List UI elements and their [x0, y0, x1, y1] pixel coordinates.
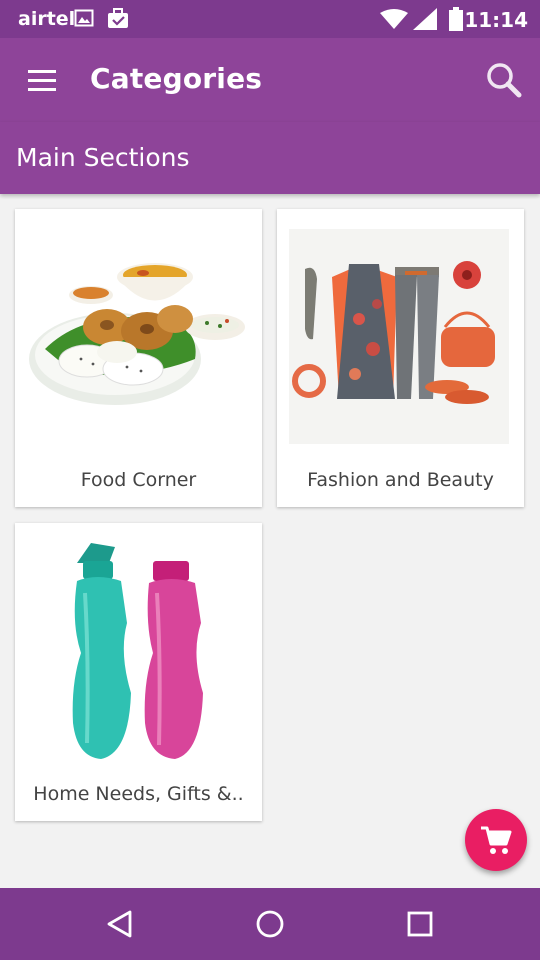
- category-label: Food Corner: [80, 469, 197, 491]
- image-icon: [74, 8, 94, 32]
- battery-icon: [448, 7, 464, 35]
- category-label: Fashion and Beauty: [307, 469, 494, 491]
- home-circle-icon[interactable]: [254, 908, 286, 940]
- briefcase-notification-icon: [107, 8, 131, 34]
- section-header: Main Sections: [0, 122, 540, 194]
- hamburger-menu-icon[interactable]: [22, 62, 62, 98]
- app-bar: Categories: [0, 38, 540, 122]
- recents-square-icon[interactable]: [404, 908, 436, 940]
- system-nav-bar: [0, 888, 540, 960]
- clock: 11:14: [464, 8, 528, 32]
- cart-fab-button[interactable]: [465, 809, 527, 871]
- signal-icon: [413, 8, 437, 34]
- wifi-icon: [380, 9, 408, 33]
- back-triangle-icon[interactable]: [104, 908, 136, 940]
- status-bar: airtel 11:14: [0, 0, 540, 38]
- search-icon[interactable]: [484, 60, 524, 100]
- category-label: Home Needs, Gifts &..: [33, 783, 244, 805]
- south-indian-food-plate-image: [15, 209, 262, 449]
- fashion-outfit-collage-image: [277, 209, 524, 449]
- category-card-fashion-and-beauty[interactable]: Fashion and Beauty: [277, 209, 524, 507]
- category-card-food-corner[interactable]: Food Corner: [15, 209, 262, 507]
- page-title: Categories: [90, 62, 263, 95]
- water-bottles-image: [15, 523, 262, 763]
- section-title: Main Sections: [16, 143, 190, 172]
- category-card-home-needs-gifts[interactable]: Home Needs, Gifts &..: [15, 523, 262, 821]
- carrier-label: airtel: [18, 8, 76, 30]
